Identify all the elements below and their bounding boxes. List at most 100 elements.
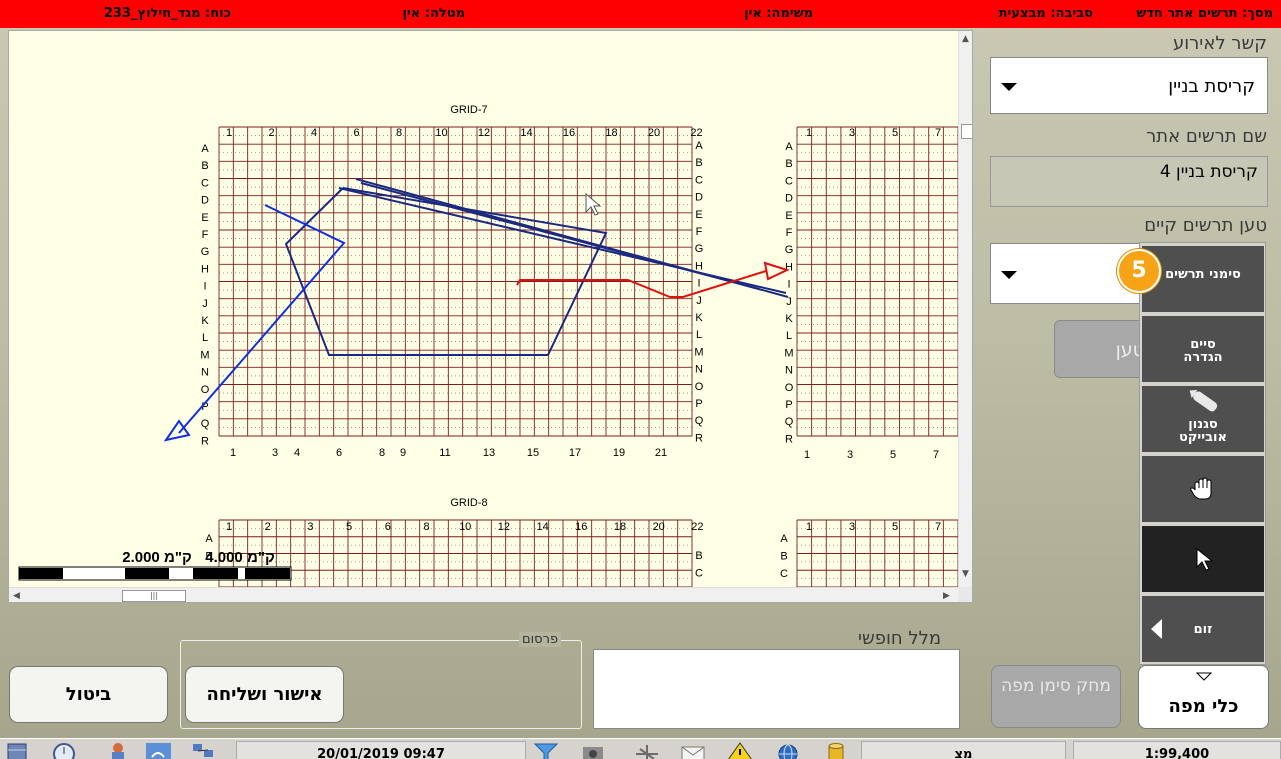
grid-top-number: 14 — [536, 521, 548, 533]
grid-row-letter: R — [201, 435, 209, 447]
grid-row-letter: B — [780, 551, 787, 563]
status-screen: מסך: תרשים אתר חדש — [1136, 6, 1273, 21]
grid-top-number: 22 — [690, 127, 702, 139]
grid-row-letter: A — [695, 140, 703, 152]
horizontal-scrollbar[interactable]: ◀ ||| ▶ — [9, 587, 958, 602]
zoom-label: זום — [1193, 622, 1213, 637]
grid-row-letter: D — [785, 193, 793, 205]
vertical-scrollbar[interactable]: ▲ ▼ — [958, 31, 972, 587]
grid-row-letter: H — [201, 263, 209, 275]
grid-row-letter: D — [695, 192, 703, 204]
site-name-field[interactable]: קריסת בניין 4 — [990, 156, 1268, 207]
free-text-field[interactable] — [593, 649, 960, 729]
hand-icon — [1190, 477, 1212, 500]
database-icon[interactable] — [823, 741, 849, 759]
grid-bottom-number: 8 — [379, 447, 385, 459]
chart-marks-tool[interactable]: סימני תרשים — [1142, 246, 1264, 312]
grid-row-letter: F — [786, 227, 793, 239]
grid-row-letter: C — [201, 177, 209, 189]
grid-row-letter: R — [785, 433, 793, 445]
scale-bar-segment — [125, 568, 169, 579]
users-icon[interactable] — [105, 741, 131, 759]
scroll-corner — [958, 587, 972, 602]
pan-tool[interactable] — [1142, 456, 1264, 522]
map-tools-label: כלי מפה — [1168, 696, 1239, 717]
server-icon[interactable] — [5, 741, 31, 759]
grid-row-letter: E — [695, 209, 702, 221]
scale-bar-segment — [193, 568, 238, 579]
grid-row-letter: C — [695, 174, 703, 186]
status-field: מצ — [861, 741, 1066, 759]
map-view[interactable]: GRID-7 1 2 4 6 8 10 12 14 16 18 20 22 1 3 4 6 8 9 11 13 15 17 1… — [8, 30, 973, 603]
filter-icon[interactable] — [533, 741, 559, 759]
grid-row-letter: N — [201, 367, 209, 379]
grid-top-number: 16 — [563, 127, 575, 139]
select-tool[interactable] — [1142, 526, 1264, 592]
horizontal-scroll-thumb[interactable]: ||| — [122, 590, 186, 602]
scale-label: 2.000 ק"מ — [122, 549, 192, 566]
grid-row-letter: N — [785, 365, 793, 377]
publish-label: פרסום — [519, 632, 562, 647]
grid-row-letter: D — [201, 195, 209, 207]
grid-bottom-number: 19 — [613, 447, 625, 459]
object-style-tool[interactable]: סגנון אובייקט — [1142, 386, 1264, 452]
wifi-icon[interactable] — [145, 741, 171, 759]
side-grid-8 — [796, 519, 958, 587]
grid-top-number: 7 — [935, 127, 941, 139]
grid-bottom-number: 21 — [655, 447, 667, 459]
grid-bottom-number: 3 — [272, 447, 278, 459]
status-force: כוח: מגד_חילוץ_233 — [103, 6, 231, 21]
grid-top-number: 8 — [423, 521, 429, 533]
camera-icon[interactable] — [580, 741, 606, 759]
grid-row-letter: O — [785, 382, 794, 394]
grid-row-letter: P — [695, 398, 702, 410]
grid-row-letter: Q — [201, 418, 210, 430]
network-icon[interactable] — [190, 741, 216, 759]
cancel-button[interactable]: ביטול — [9, 666, 168, 723]
event-link-dropdown[interactable]: קריסת בניין — [990, 57, 1268, 114]
clock-icon[interactable] — [51, 741, 77, 759]
scroll-up-icon[interactable]: ▲ — [962, 34, 969, 44]
approve-send-button[interactable]: אישור ושליחה — [185, 666, 344, 723]
grid-row-letter: A — [785, 141, 793, 153]
grid-row-letter: Q — [785, 416, 794, 428]
scale-bar — [18, 566, 292, 581]
datetime-display: 20/01/2019 09:47 — [236, 741, 526, 759]
delete-map-mark-button[interactable]: מחק סימן מפה — [991, 665, 1121, 728]
map-canvas[interactable]: GRID-71 2 4 6 8 10 12 14 16 18 20 221 3 4 6 8 9 11 13 15 17 1… — [9, 31, 958, 587]
aircraft-icon[interactable] — [634, 741, 660, 759]
grid-top-number: 12 — [498, 521, 510, 533]
finish-definition-tool[interactable]: סיים הגדרה — [1142, 316, 1264, 382]
vertical-scroll-thumb[interactable] — [961, 124, 972, 139]
grid-row-letter: M — [200, 349, 209, 361]
side-grid — [796, 126, 958, 437]
grid-row-letter: B — [201, 160, 208, 172]
globe-icon[interactable] — [775, 741, 801, 759]
warning-icon[interactable] — [727, 741, 753, 759]
grid-top-number: 14 — [520, 127, 532, 139]
grid-top-number: 8 — [396, 127, 402, 139]
load-button[interactable]: טען — [1054, 320, 1144, 378]
event-link-label: קשר לאירוע — [1172, 33, 1267, 54]
map-tools-button[interactable]: כלי מפה — [1138, 665, 1269, 729]
status-environment: סביבה: מבצעית — [998, 6, 1093, 21]
grid-7 — [218, 126, 693, 437]
grid-row-letter: L — [202, 332, 208, 344]
grid-top-number: 2 — [265, 521, 271, 533]
grid-bottom-number: 5 — [890, 449, 896, 461]
zoom-tool[interactable]: זום — [1142, 596, 1264, 662]
scroll-down-icon[interactable]: ▼ — [962, 569, 969, 579]
grid-row-letter: J — [696, 295, 702, 307]
dropdown-arrow-icon[interactable] — [1001, 271, 1017, 279]
scroll-left-icon[interactable]: ◀ — [13, 591, 20, 601]
scale-bar-segment — [19, 568, 63, 579]
status-task: משימה: אין — [744, 6, 813, 21]
dropdown-arrow-icon[interactable] — [1001, 83, 1017, 91]
scroll-right-icon[interactable]: ▶ — [943, 591, 950, 601]
grid-row-letter: P — [785, 399, 792, 411]
map-cursor-icon — [585, 192, 602, 216]
grid-bottom-number: 17 — [569, 447, 581, 459]
grid-row-letter: B — [695, 157, 702, 169]
grid-row-letter: R — [695, 432, 703, 444]
mail-icon[interactable] — [680, 741, 706, 759]
